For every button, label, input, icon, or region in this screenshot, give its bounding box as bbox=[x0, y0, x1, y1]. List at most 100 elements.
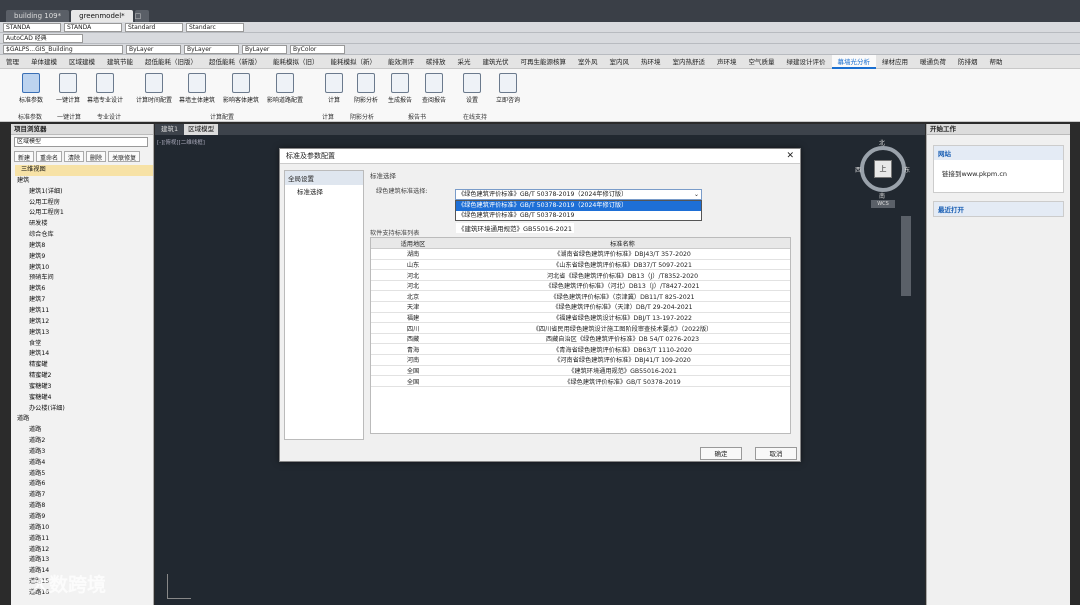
tree-item[interactable]: 建筑9 bbox=[15, 252, 153, 263]
ribbon-button[interactable]: 一键计算 bbox=[50, 73, 86, 104]
tree-item[interactable]: 道路 bbox=[15, 425, 153, 436]
browser-action-button[interactable]: 新建 bbox=[14, 151, 35, 162]
ribbon-tab[interactable]: 能耗模拟（新） bbox=[325, 55, 383, 69]
table-row[interactable]: 全国 《建筑环境通用规范》GB55016-2021 bbox=[371, 365, 790, 377]
ribbon-tab[interactable]: 建筑光伏 bbox=[477, 55, 515, 69]
tree-item[interactable]: 食堂 bbox=[15, 339, 153, 350]
text-style-combo[interactable]: STANDA bbox=[3, 22, 61, 32]
ribbon-button[interactable]: 计算时间配置 bbox=[136, 73, 172, 104]
doc-tab[interactable]: building 109* bbox=[6, 10, 70, 22]
table-row[interactable]: 山东 《山东省绿色建筑评价标准》DB37/T 5097-2021 bbox=[371, 259, 790, 271]
tree-item[interactable]: 三维视图 bbox=[15, 165, 153, 176]
tree-item[interactable]: 公用工程房 bbox=[15, 198, 153, 209]
table-row[interactable]: 河北 河北省《绿色建筑评价标准》DB13（J）/T8352-2020 bbox=[371, 269, 790, 281]
tree-item[interactable]: 建筑12 bbox=[15, 317, 153, 328]
ribbon-tab[interactable]: 超低能耗（新版） bbox=[203, 55, 267, 69]
tree-item[interactable]: 道路6 bbox=[15, 479, 153, 490]
table-row[interactable]: 天津 《绿色建筑评价标准》（天津）DB/T 29-204-2021 bbox=[371, 301, 790, 313]
tree-item[interactable]: 综合仓库 bbox=[15, 230, 153, 241]
ribbon-tab[interactable]: 能效测评 bbox=[382, 55, 420, 69]
tree-item[interactable]: 建筑6 bbox=[15, 284, 153, 295]
dim-style-combo[interactable]: STANDA bbox=[64, 22, 122, 32]
ribbon-tab[interactable]: 可再生能源核算 bbox=[515, 55, 573, 69]
browser-action-button[interactable]: 清除 bbox=[64, 151, 85, 162]
ribbon-tab[interactable]: 绿材应用 bbox=[876, 55, 914, 69]
ribbon-button[interactable]: 设置 bbox=[454, 73, 490, 104]
viewport-label[interactable]: [-][俯视][二维线框] bbox=[157, 138, 205, 146]
linetype-combo[interactable]: ByLayer bbox=[184, 44, 239, 54]
ribbon-button[interactable]: 幕墙主体建筑 bbox=[179, 73, 215, 104]
nav-standard-selection[interactable]: 标准选择 bbox=[285, 185, 363, 197]
tree-item[interactable]: 建筑14 bbox=[15, 349, 153, 360]
tree-item[interactable]: 道路4 bbox=[15, 458, 153, 469]
tree-item[interactable]: 蜜糖罐4 bbox=[15, 393, 153, 404]
ok-button[interactable]: 确定 bbox=[700, 447, 742, 460]
model-type-dropdown[interactable]: 区域模型 bbox=[14, 137, 148, 147]
cancel-button[interactable]: 取消 bbox=[755, 447, 797, 460]
tree-item[interactable]: 建筑13 bbox=[15, 328, 153, 339]
nav-global-settings[interactable]: 全局设置 bbox=[285, 171, 363, 185]
tree-item[interactable]: 公用工程房1 bbox=[15, 208, 153, 219]
ribbon-button[interactable]: 幕墙专业设计 bbox=[87, 73, 123, 104]
recent-section-header[interactable]: 最近打开 bbox=[933, 201, 1064, 217]
tree-item[interactable]: 道路5 bbox=[15, 469, 153, 480]
color-combo[interactable]: ByLayer bbox=[126, 44, 181, 54]
ribbon-tab[interactable]: 空气质量 bbox=[743, 55, 781, 69]
ribbon-tab[interactable]: 管理 bbox=[0, 55, 25, 69]
tree-item[interactable]: 道路11 bbox=[15, 534, 153, 545]
table-row[interactable]: 青海 《青海省绿色建筑评价标准》DB63/T 1110-2020 bbox=[371, 343, 790, 356]
standard-select[interactable]: 《绿色建筑评价标准》GB/T 50378-2019（2024年修订版） ⌄ bbox=[455, 189, 702, 200]
tree-item[interactable]: 建筑10 bbox=[15, 263, 153, 274]
browser-action-button[interactable]: 重命名 bbox=[36, 151, 63, 162]
tree-item[interactable]: 道路12 bbox=[15, 545, 153, 556]
tree-item[interactable]: 道路3 bbox=[15, 447, 153, 458]
canvas-tab[interactable]: 建筑1 bbox=[157, 124, 182, 135]
table-row[interactable]: 全国 《绿色建筑评价标准》GB/T 50378-2019 bbox=[371, 375, 790, 387]
ribbon-tab[interactable]: 区域建模 bbox=[63, 55, 101, 69]
table-row[interactable]: 西藏 西藏自治区《绿色建筑评价标准》DB 54/T 0276-2023 bbox=[371, 333, 790, 345]
lineweight-combo[interactable]: ByLayer bbox=[242, 44, 287, 54]
ribbon-tab[interactable]: 单体建模 bbox=[25, 55, 63, 69]
ribbon-tab[interactable]: 暖通负荷 bbox=[914, 55, 952, 69]
layer-combo[interactable]: $GALPS...GIS_Building bbox=[3, 44, 123, 54]
ribbon-button[interactable]: 立即咨询 bbox=[490, 73, 526, 104]
table-style-combo[interactable]: Standard bbox=[125, 22, 183, 32]
plotstyle-combo[interactable]: ByColor bbox=[290, 44, 345, 54]
tree-item[interactable]: 道路7 bbox=[15, 490, 153, 501]
ribbon-tab[interactable]: 防排烟 bbox=[952, 55, 984, 69]
ribbon-tab[interactable]: 声环境 bbox=[711, 55, 743, 69]
viewcube[interactable]: 上 北 南 西 东 WCS bbox=[855, 136, 911, 208]
ribbon-tab[interactable]: 建筑节能 bbox=[101, 55, 139, 69]
website-link[interactable]: 链接到www.pkpm.cn bbox=[934, 160, 1063, 186]
tree-item[interactable]: 道路10 bbox=[15, 523, 153, 534]
table-row[interactable]: 河南 《河南省绿色建筑评价标准》DBJ41/T 109-2020 bbox=[371, 354, 790, 366]
tree-item[interactable]: 道路13 bbox=[15, 555, 153, 566]
ribbon-button[interactable]: 标准参数 bbox=[13, 73, 49, 104]
tree-item[interactable]: 建筑8 bbox=[15, 241, 153, 252]
tree-item[interactable]: 建筑7 bbox=[15, 295, 153, 306]
workspace-combo[interactable]: AutoCAD 经典 bbox=[3, 33, 83, 43]
website-section-header[interactable]: 网站 bbox=[934, 146, 1063, 160]
ribbon-button[interactable]: 生成报告 bbox=[382, 73, 418, 104]
new-tab-button[interactable]: □ bbox=[134, 10, 149, 22]
tree-item[interactable]: 建筑1(详细) bbox=[15, 187, 153, 198]
ribbon-button[interactable]: 影响客体建筑 bbox=[223, 73, 259, 104]
option[interactable]: 《绿色建筑评价标准》GB/T 50378-2019 bbox=[456, 211, 701, 221]
ribbon-tab[interactable]: 采光 bbox=[452, 55, 477, 69]
tree-item[interactable]: 蜜糖罐3 bbox=[15, 382, 153, 393]
nav-bar[interactable] bbox=[901, 216, 911, 296]
ribbon-tab[interactable]: 绿建设计评价 bbox=[781, 55, 832, 69]
browser-action-button[interactable]: 删除 bbox=[86, 151, 107, 162]
table-row[interactable]: 福建 《福建省绿色建筑设计标准》DBJ/T 13-197-2022 bbox=[371, 312, 790, 324]
ribbon-tab[interactable]: 室内风 bbox=[604, 55, 636, 69]
table-row[interactable]: 湖南 《湖南省绿色建筑评价标准》DBJ43/T 357-2020 bbox=[371, 248, 790, 260]
doc-tab-active[interactable]: greenmodel* bbox=[71, 10, 133, 22]
tree-item[interactable]: 道路9 bbox=[15, 512, 153, 523]
ribbon-tab[interactable]: 幕墙光分析 bbox=[831, 54, 876, 69]
close-icon[interactable]: ✕ bbox=[786, 149, 794, 164]
tree-group[interactable]: 建筑 bbox=[15, 176, 153, 187]
option-selected[interactable]: 《绿色建筑评价标准》GB/T 50378-2019（2024年修订版） bbox=[456, 201, 701, 211]
ribbon-tab[interactable]: 室外风 bbox=[572, 55, 604, 69]
browser-action-button[interactable]: 关联修复 bbox=[108, 151, 141, 162]
ribbon-tab[interactable]: 能耗模拟（旧） bbox=[267, 55, 325, 69]
